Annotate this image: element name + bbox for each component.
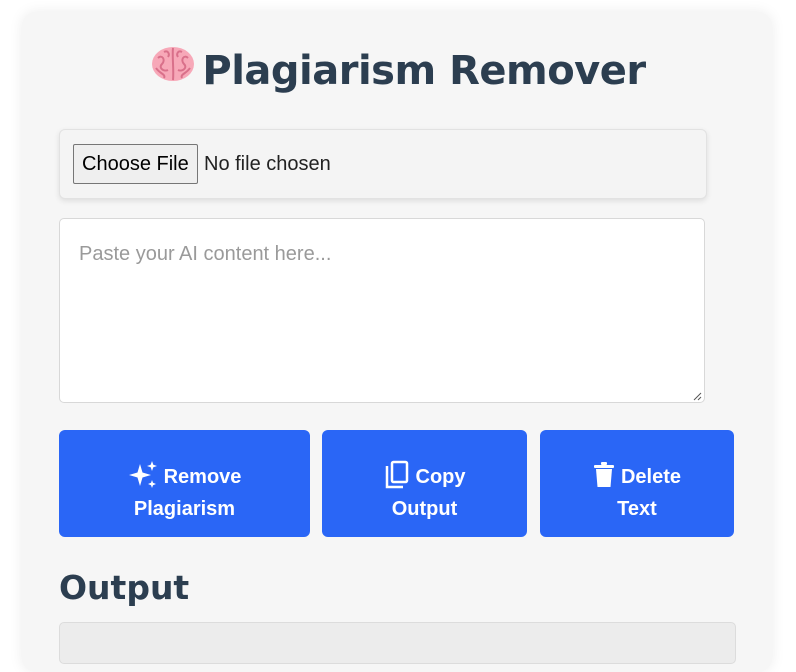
delete-label-line2: Text	[617, 498, 657, 520]
page-title: Plagiarism Remover	[0, 47, 796, 94]
copy-label-line2: Output	[391, 498, 458, 520]
output-box	[59, 622, 736, 664]
sparkles-icon	[128, 461, 157, 489]
output-heading: Output	[59, 568, 190, 607]
remove-label-line2: Plagiarism	[133, 498, 236, 520]
brain-icon	[150, 44, 196, 94]
file-status-text: No file chosen	[204, 153, 331, 175]
remove-label-line1: Remove	[163, 466, 242, 488]
remove-plagiarism-button[interactable]: Remove Plagiarism	[59, 430, 310, 537]
choose-file-button[interactable]: Choose File	[73, 144, 198, 184]
copy-label-line1: Copy	[415, 466, 466, 488]
textarea-resize-handle[interactable]	[692, 391, 702, 401]
delete-label-line1: Delete	[620, 466, 682, 488]
copy-icon	[385, 460, 408, 489]
app-title-text: Plagiarism Remover	[202, 48, 646, 94]
copy-output-button[interactable]: Copy Output	[322, 430, 527, 537]
delete-text-button[interactable]: Delete Text	[540, 430, 734, 537]
content-textarea[interactable]	[59, 218, 705, 403]
trash-icon	[593, 462, 614, 488]
file-upload-panel: Choose File No file chosen	[59, 129, 707, 199]
